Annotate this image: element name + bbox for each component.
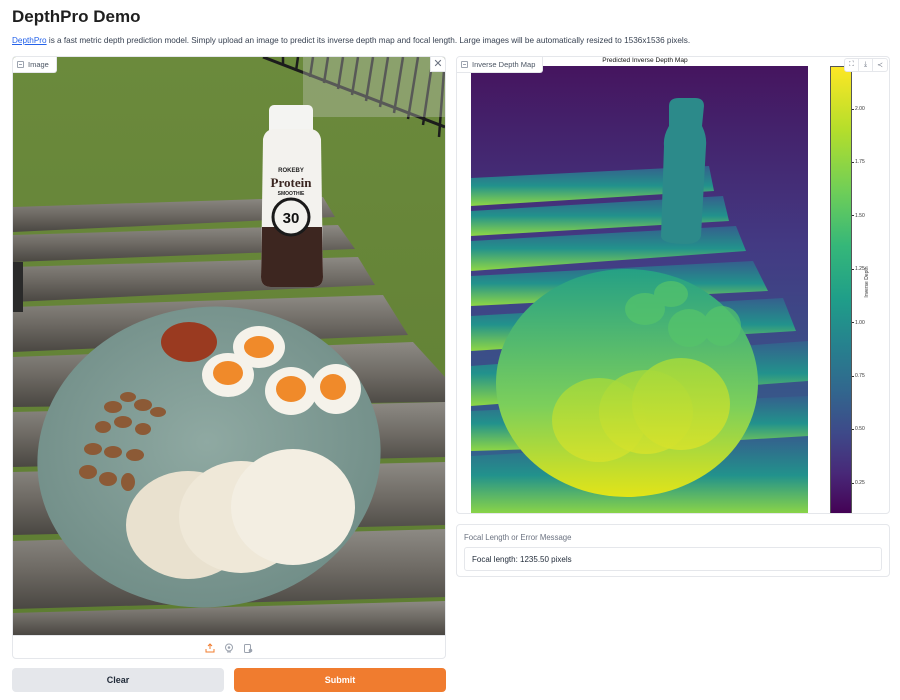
clear-image-button[interactable]: ✕ [430, 57, 445, 72]
image-icon [17, 61, 24, 68]
bottle-sub: SMOOTHIE [278, 191, 305, 197]
focal-length-panel: Focal Length or Error Message Focal leng… [456, 524, 890, 577]
depthpro-link[interactable]: DepthPro [12, 36, 47, 45]
colorbar-tick: 0.25 [852, 480, 865, 486]
image-icon [461, 61, 468, 68]
inverse-depth-image [471, 66, 808, 513]
depth-rice-cake-3 [632, 358, 730, 450]
depth-map-panel: Inverse Depth Map ⛶ ⤓ ≺ Predicted Invers… [456, 56, 890, 514]
colorbar-tick: 1.50 [852, 213, 865, 219]
page-title: DepthPro Demo [12, 7, 141, 26]
focal-length-output[interactable]: Focal length: 1235.50 pixels [464, 547, 882, 571]
colorbar-tick: 2.00 [852, 106, 865, 112]
image-input-panel[interactable]: Image ✕ ROKEBY Protein SMOOTHIE 30 [12, 56, 446, 659]
description-text: is a fast metric depth prediction model.… [46, 36, 691, 45]
depth-illustration [471, 66, 808, 513]
upload-icon[interactable] [205, 642, 216, 653]
share-icon[interactable]: ≺ [873, 59, 887, 71]
submit-button[interactable]: Submit [234, 668, 446, 692]
clear-button[interactable]: Clear [12, 668, 224, 692]
colorbar-tick: 1.75 [852, 159, 865, 165]
photo-illustration: ROKEBY Protein SMOOTHIE 30 [13, 57, 445, 635]
page-description: DepthPro is a fast metric depth predicti… [12, 36, 690, 45]
clipboard-icon[interactable] [243, 642, 254, 653]
colorbar-tick: 1.25 [852, 266, 865, 272]
image-label-text: Image [28, 60, 49, 69]
protein-bottle: ROKEBY Protein SMOOTHIE 30 [261, 105, 323, 287]
webcam-icon[interactable] [224, 642, 235, 653]
image-source-bar [13, 635, 445, 658]
phone-edge [13, 262, 23, 312]
download-icon[interactable]: ⤓ [859, 59, 873, 71]
colorbar [830, 66, 852, 513]
colorbar-tick: 0.75 [852, 373, 865, 379]
depth-label-text: Inverse Depth Map [472, 60, 536, 69]
colorbar-tick: 1.00 [852, 320, 865, 326]
depth-panel-label: Inverse Depth Map [457, 57, 544, 73]
image-panel-label: Image [13, 57, 57, 73]
bottle-product: Protein [271, 175, 313, 190]
colorbar-label: Inverse Depth [864, 266, 870, 298]
fullscreen-icon[interactable]: ⛶ [845, 59, 859, 71]
focal-length-label: Focal Length or Error Message [464, 533, 572, 542]
colorbar-tick: 0.50 [852, 426, 865, 432]
uploaded-photo: ROKEBY Protein SMOOTHIE 30 [13, 57, 445, 635]
bottle-grams: 30 [283, 210, 300, 227]
depth-toolbar: ⛶ ⤓ ≺ [844, 58, 888, 72]
close-icon: ✕ [433, 58, 443, 70]
bottle-brand: ROKEBY [278, 168, 304, 174]
